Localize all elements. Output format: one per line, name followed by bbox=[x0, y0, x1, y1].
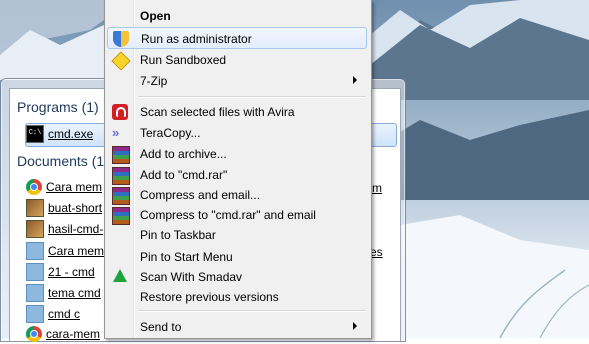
menu-item-7zip[interactable]: 7-Zip bbox=[107, 70, 367, 92]
chrome-icon bbox=[26, 179, 42, 195]
teracopy-icon: » bbox=[112, 125, 120, 140]
menu-item-restore-previous-versions[interactable]: Restore previous versions bbox=[107, 286, 367, 308]
menu-item-scan-with-smadav[interactable]: Scan With Smadav bbox=[107, 266, 367, 288]
menu-item-add-to-archive[interactable]: Add to archive... bbox=[107, 143, 367, 165]
folder-icon bbox=[26, 263, 44, 281]
winrar-icon bbox=[112, 207, 130, 225]
menu-item-compress-and-email[interactable]: Compress and email... bbox=[107, 184, 367, 206]
submenu-arrow-icon bbox=[353, 322, 357, 330]
avira-icon bbox=[112, 104, 128, 120]
cmd-icon: C:\ bbox=[26, 125, 44, 143]
menu-item-scan-avira[interactable]: Scan selected files with Avira bbox=[107, 101, 367, 123]
submenu-arrow-icon bbox=[353, 76, 357, 84]
menu-item-add-to-cmd-rar[interactable]: Add to "cmd.rar" bbox=[107, 164, 367, 186]
chrome-icon bbox=[26, 326, 42, 342]
menu-separator bbox=[138, 310, 366, 312]
winrar-icon bbox=[112, 187, 130, 205]
uac-shield-icon bbox=[113, 31, 129, 47]
sandboxie-icon bbox=[111, 51, 131, 71]
menu-item-run-sandboxed[interactable]: Run Sandboxed bbox=[107, 49, 367, 71]
programs-heading: Programs (1) bbox=[17, 99, 99, 115]
winrar-icon bbox=[112, 146, 130, 164]
folder-icon bbox=[26, 284, 44, 302]
image-thumb-icon bbox=[26, 220, 44, 238]
menu-item-run-as-administrator[interactable]: Run as administrator bbox=[107, 27, 367, 49]
menu-item-pin-to-start-menu[interactable]: Pin to Start Menu bbox=[107, 246, 367, 268]
menu-separator bbox=[138, 96, 366, 98]
menu-item-pin-to-taskbar[interactable]: Pin to Taskbar bbox=[107, 224, 367, 246]
winrar-icon bbox=[112, 167, 130, 185]
folder-icon bbox=[26, 305, 44, 323]
folder-icon bbox=[26, 242, 44, 260]
image-thumb-icon bbox=[26, 199, 44, 217]
documents-heading: Documents (1 bbox=[17, 153, 105, 169]
menu-item-send-to[interactable]: Send to bbox=[107, 316, 367, 338]
menu-item-open[interactable]: Open bbox=[107, 5, 367, 27]
menu-item-teracopy[interactable]: » TeraCopy... bbox=[107, 122, 367, 144]
smadav-icon bbox=[113, 269, 127, 282]
document-title-overflow: m bbox=[372, 181, 382, 195]
menu-item-compress-to-cmd-rar-and-email[interactable]: Compress to "cmd.rar" and email bbox=[107, 204, 367, 226]
context-menu: Open Run as administrator Run Sandboxed … bbox=[104, 0, 372, 339]
